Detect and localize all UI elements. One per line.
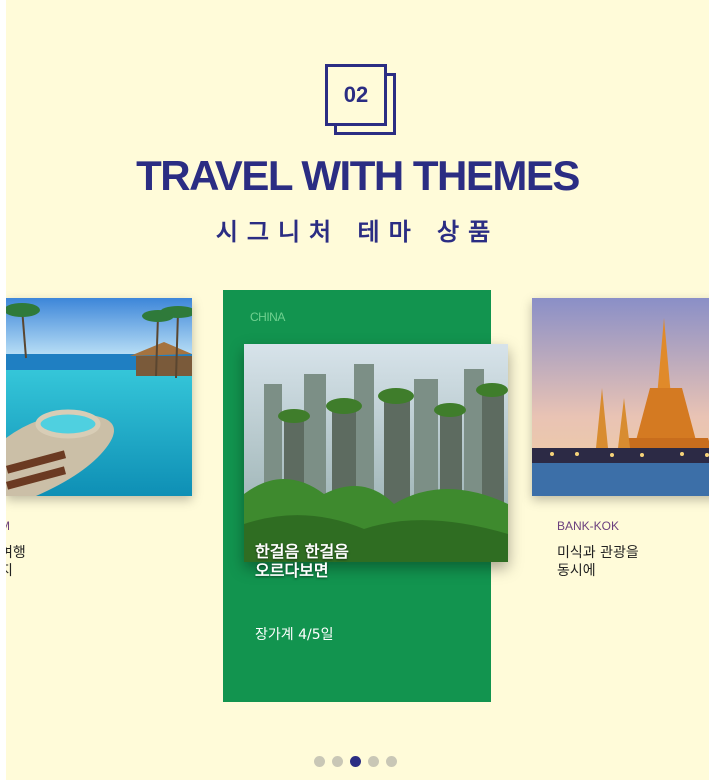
- pagination-dot-5[interactable]: [386, 756, 397, 767]
- card-left-tag: M: [6, 519, 10, 533]
- pagination-dot-3[interactable]: [350, 756, 361, 767]
- bangkok-temple-image[interactable]: [532, 298, 709, 496]
- theme-card-china[interactable]: CHINA 한걸음 한걸음 오르다보면 장가계 4/5일: [223, 290, 508, 702]
- pagination-dot-2[interactable]: [332, 756, 343, 767]
- card-center-sub: 장가계 4/5일: [255, 627, 334, 643]
- card-center-tag: CHINA: [250, 310, 285, 324]
- card-right-desc: 미식과 관광을 동시에: [557, 545, 639, 579]
- resort-pool-image[interactable]: [6, 298, 192, 496]
- pagination-dot-1[interactable]: [314, 756, 325, 767]
- card-right-tag: BANK-KOK: [557, 519, 620, 533]
- section-title: TRAVEL WITH THEMES: [136, 152, 580, 199]
- card-left-desc: 여행 지: [6, 545, 26, 579]
- section-number: 02: [325, 64, 387, 126]
- card-center-desc: 한걸음 한걸음 오르다보면: [255, 542, 349, 580]
- section-subtitle: 시그니처 테마 상품: [215, 218, 500, 246]
- themes-section: 02 TRAVEL WITH THEMES 시그니처 테마 상품 여행 지 CH…: [6, 0, 709, 780]
- section-number-badge: 02: [325, 64, 401, 140]
- carousel-pagination: [314, 756, 397, 767]
- zhangjiajie-mountains-image: [244, 344, 508, 562]
- pagination-dot-4[interactable]: [368, 756, 379, 767]
